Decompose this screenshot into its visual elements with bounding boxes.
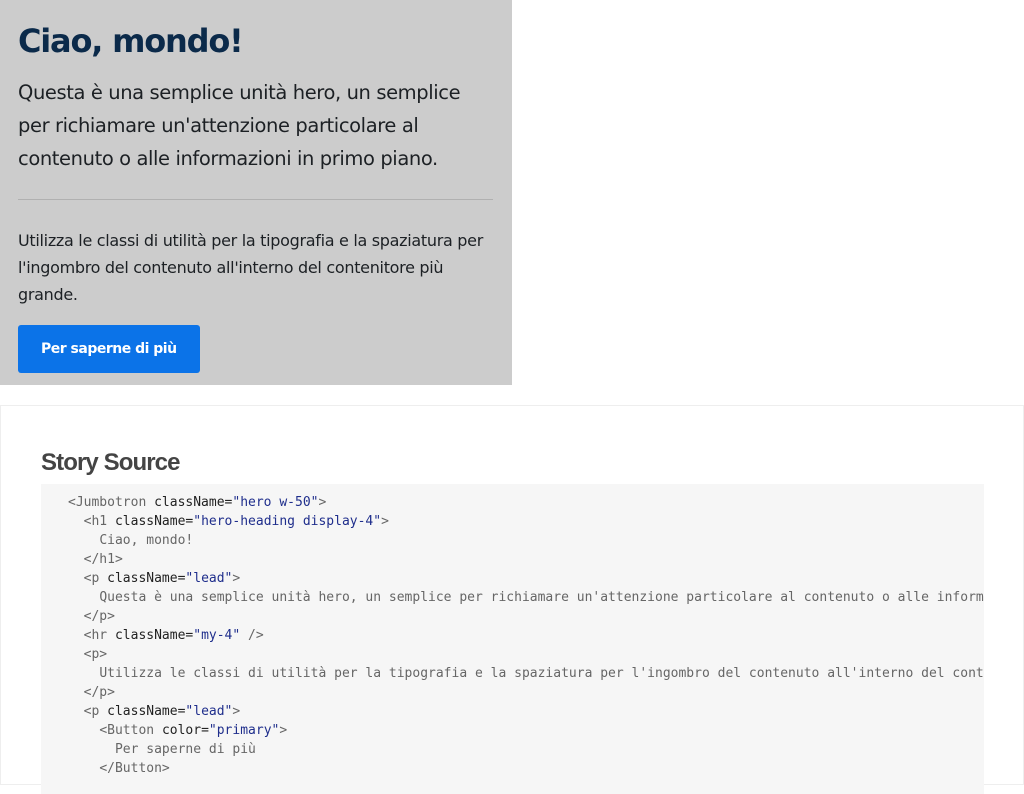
code-tag: </p> [83, 609, 115, 624]
code-line: </p> [68, 683, 984, 702]
code-line: <p className="lead"> [68, 569, 984, 588]
hero-divider [18, 199, 493, 200]
code-tag: <p> [83, 647, 108, 662]
code-attr: color= [161, 723, 209, 738]
code-line: </p> [68, 607, 984, 626]
code-text: Ciao, mondo! [99, 533, 194, 548]
learn-more-button[interactable]: Per saperne di più [18, 325, 200, 373]
hero-button-wrapper: Per saperne di più [18, 325, 493, 373]
code-tag: </Button> [99, 761, 170, 776]
code-tag: <p [83, 704, 108, 719]
code-line: Questa è una semplice unità hero, un sem… [68, 588, 984, 607]
code-line: <hr className="my-4" /> [68, 626, 984, 645]
code-text: Utilizza le classi di utilità per la tip… [99, 666, 984, 681]
hero-lead: Questa è una semplice unità hero, un sem… [18, 81, 461, 170]
code-line: <h1 className="hero-heading display-4"> [68, 512, 984, 531]
jumbotron-hero: Ciao, mondo! Questa è una semplice unità… [0, 0, 512, 385]
code-tag: <h1 [83, 514, 115, 529]
hero-heading: Ciao, mondo! [18, 22, 244, 60]
code-tag: > [318, 495, 327, 510]
code-tag: <Jumbotron [68, 495, 155, 510]
code-line: <Button color="primary"> [68, 721, 984, 740]
code-tag: <hr [83, 628, 115, 643]
code-line: <Jumbotron className="hero w-50"> [68, 493, 984, 512]
code-tag: </h1> [83, 552, 123, 567]
hero-body-text: Utilizza le classi di utilità per la tip… [18, 231, 483, 304]
code-tag: </p> [83, 685, 115, 700]
code-tag: <Button [99, 723, 162, 738]
code-line: <p> [68, 645, 984, 664]
code-tag: > [232, 571, 241, 586]
code-string: "lead" [185, 704, 233, 719]
code-attr: className= [107, 571, 186, 586]
code-tag: > [381, 514, 389, 529]
code-attr: className= [114, 628, 194, 643]
story-source-code[interactable]: <Jumbotron className="hero w-50"> <h1 cl… [41, 484, 984, 794]
code-attr: className= [107, 704, 186, 719]
code-tag: > [232, 704, 241, 719]
code-line: </h1> [68, 550, 984, 569]
code-text: Per saperne di più [114, 742, 256, 757]
code-line: </Button> [68, 759, 984, 778]
code-string: "primary" [208, 723, 280, 738]
code-text: Questa è una semplice unità hero, un sem… [99, 590, 984, 605]
code-line: Ciao, mondo! [68, 531, 984, 550]
code-line: <p className="lead"> [68, 702, 984, 721]
story-source-title: Story Source [41, 449, 180, 476]
story-source-panel: Story Source <Jumbotron className="hero … [0, 405, 1024, 794]
code-tag: /> [240, 628, 264, 643]
code-string: "lead" [185, 571, 233, 586]
code-string: "hero-heading display-4" [193, 514, 382, 529]
code-tag: <p [83, 571, 108, 586]
code-line: Utilizza le classi di utilità per la tip… [68, 664, 984, 683]
code-attr: className= [114, 514, 194, 529]
code-string: "hero w-50" [232, 495, 319, 510]
code-string: "my-4" [193, 628, 241, 643]
code-attr: className= [154, 495, 233, 510]
code-line: Per saperne di più [68, 740, 984, 759]
code-tag: > [279, 723, 288, 738]
